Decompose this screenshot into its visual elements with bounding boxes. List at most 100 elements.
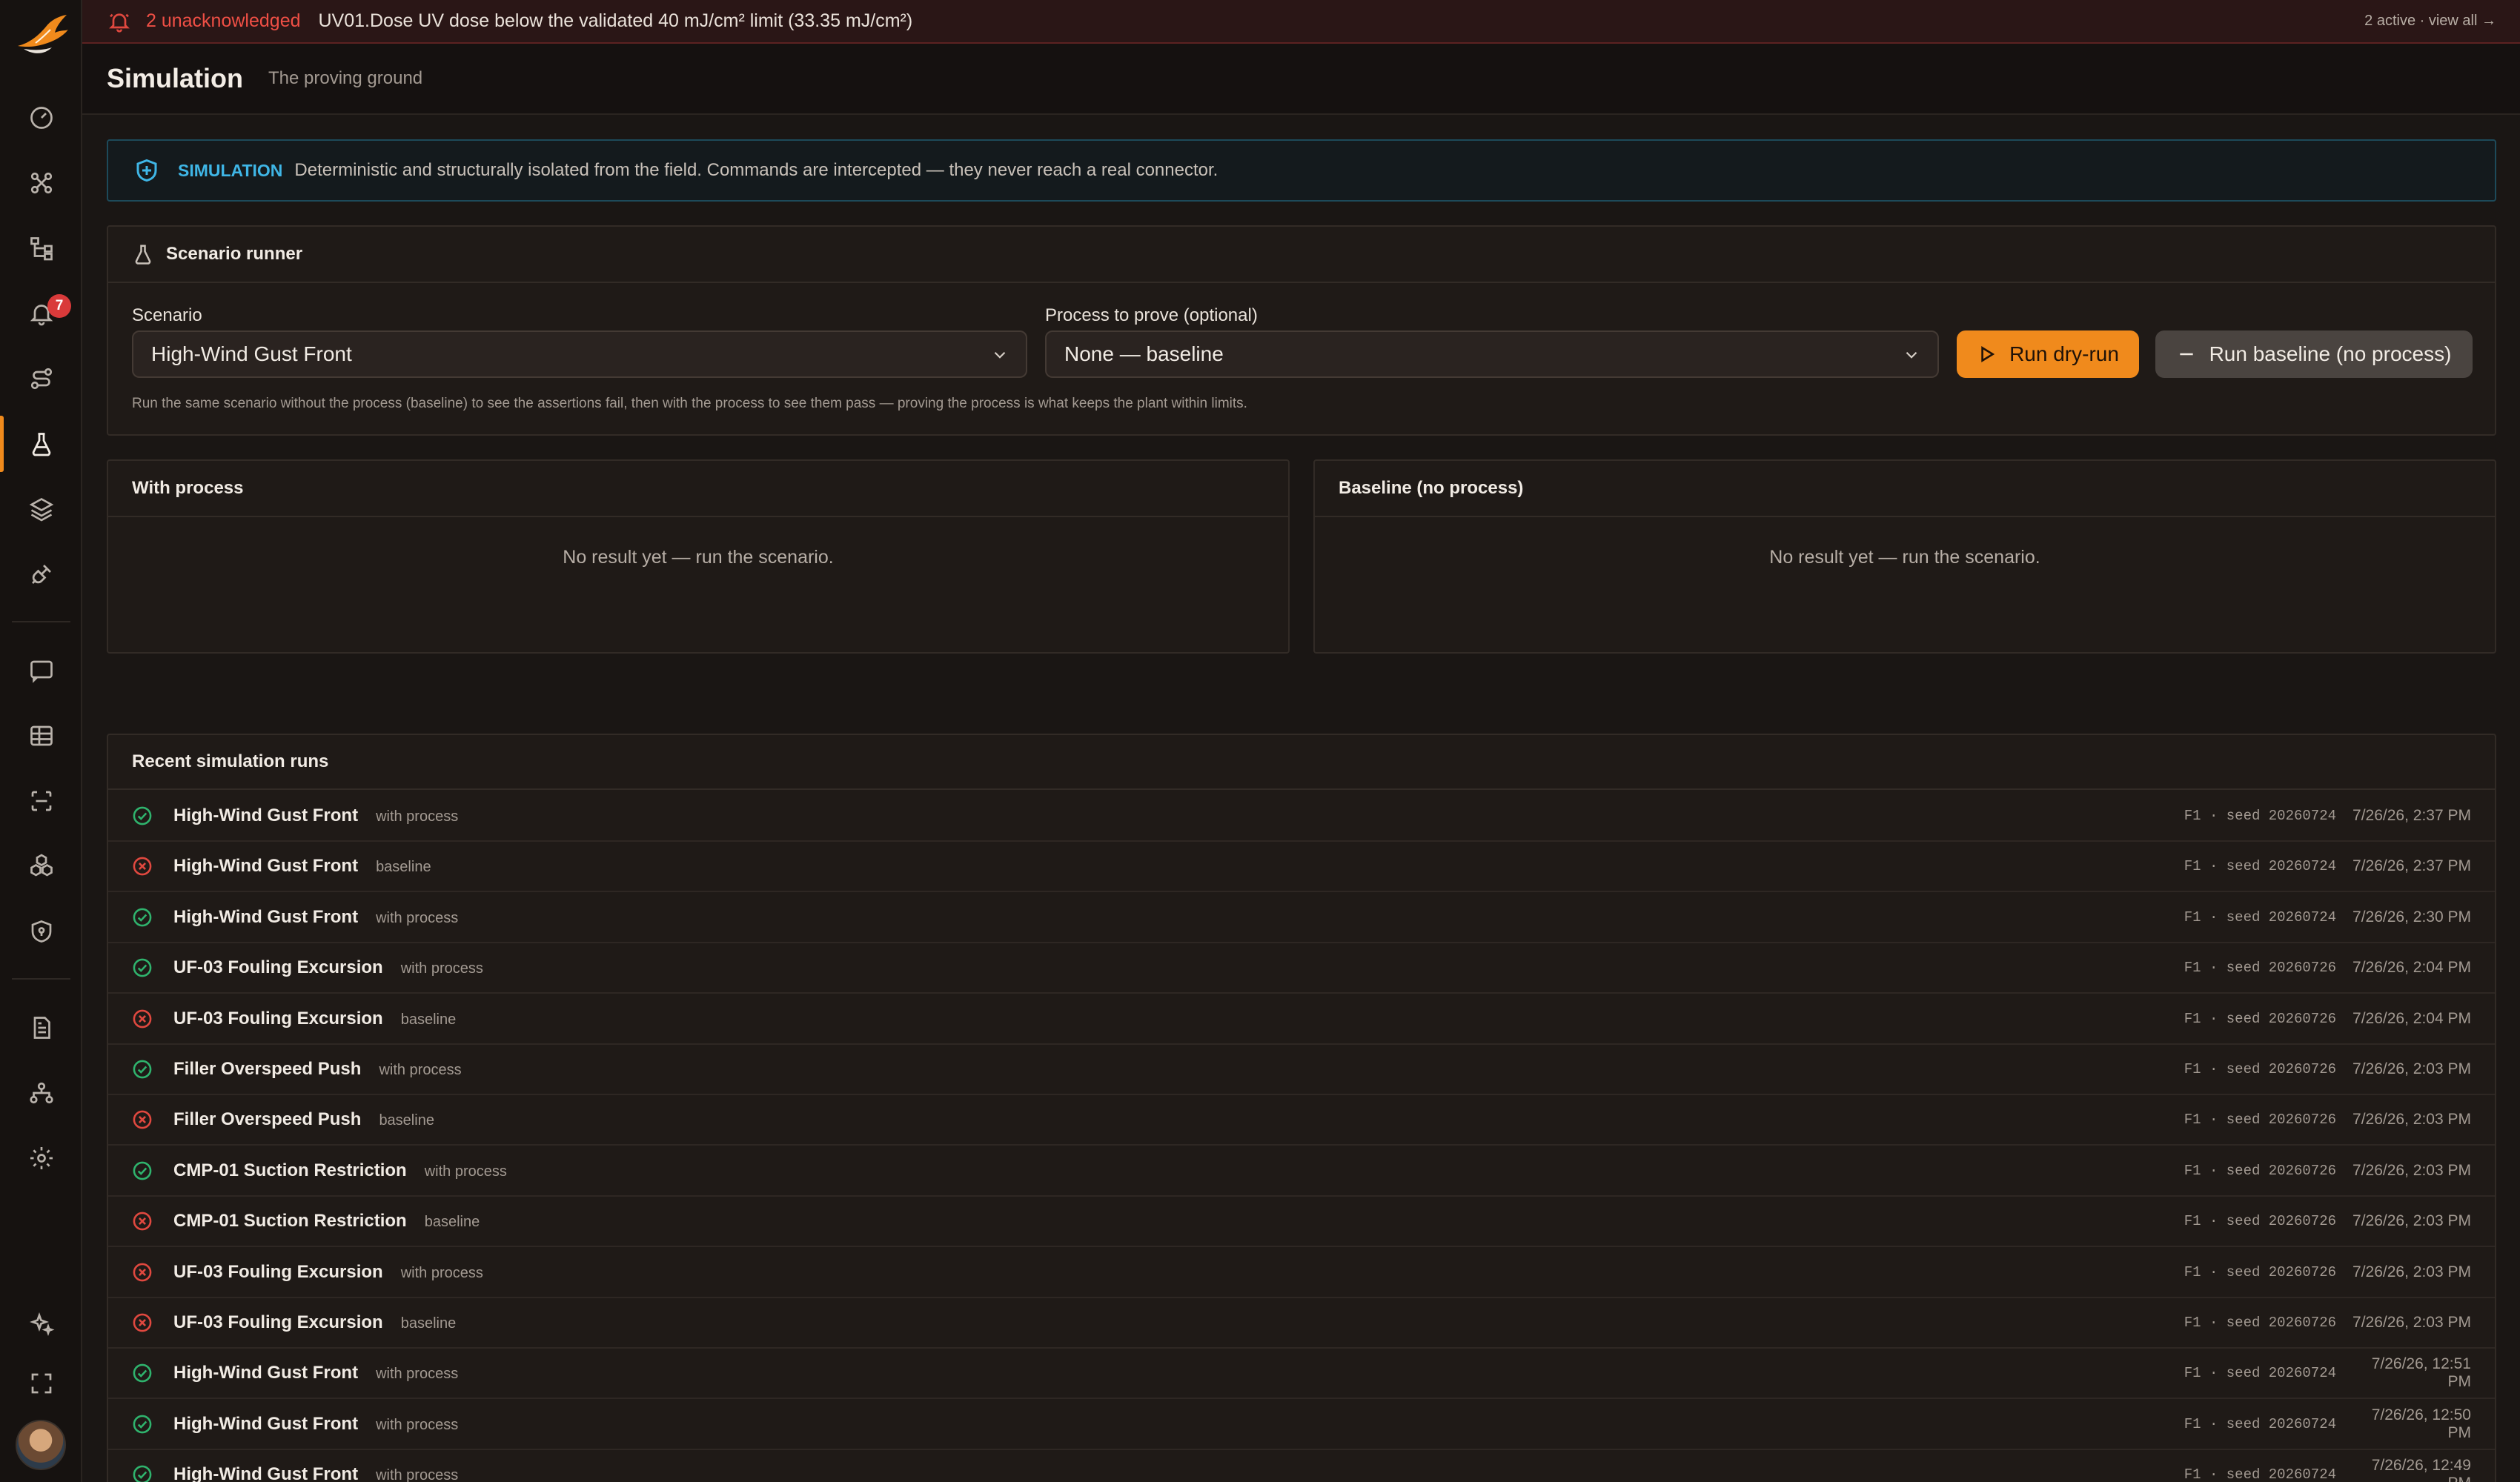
run-scenario-name: High-Wind Gust Front with process — [173, 907, 458, 928]
run-baseline-button[interactable]: Run baseline (no process) — [2155, 330, 2473, 378]
baseline-header: Baseline (no process) — [1315, 461, 2495, 517]
run-seed-meta: F1 · seed 20260724 — [2184, 1466, 2336, 1482]
run-scenario-name: Filler Overspeed Push with process — [173, 1059, 462, 1080]
nav-alarms[interactable]: 7 — [0, 285, 82, 342]
chevron-down-icon — [994, 351, 1006, 359]
pass-check-icon — [132, 805, 153, 826]
nav-settings[interactable] — [0, 1130, 82, 1186]
user-avatar[interactable] — [16, 1420, 66, 1470]
run-timestamp: 7/26/26, 2:37 PM — [2352, 807, 2471, 824]
run-timestamp: 7/26/26, 2:04 PM — [2352, 1009, 2471, 1027]
sparkle-icon — [29, 1312, 54, 1336]
run-mode: with process — [379, 1062, 462, 1078]
run-row[interactable]: High-Wind Gust Front with process F1 · see… — [108, 1450, 2495, 1482]
run-row[interactable]: UF-03 Fouling Excursion baseline F1 · seed… — [108, 1298, 2495, 1349]
run-name-text: High-Wind Gust Front — [173, 906, 359, 927]
nav-table[interactable] — [0, 708, 82, 764]
pass-check-icon — [132, 1414, 153, 1435]
run-row[interactable]: High-Wind Gust Front with process F1 · see… — [108, 1400, 2495, 1450]
table-icon — [30, 725, 53, 746]
run-name-text: CMP-01 Suction Restriction — [173, 1211, 407, 1232]
chat-icon — [30, 660, 53, 683]
route-icon — [30, 368, 52, 390]
run-mode: baseline — [400, 1315, 457, 1332]
run-row[interactable]: UF-03 Fouling Excursion with process F1 · … — [108, 943, 2495, 994]
nav-org[interactable] — [0, 1065, 82, 1121]
nav-chat[interactable] — [0, 642, 82, 699]
run-row[interactable]: High-Wind Gust Front with process F1 · see… — [108, 791, 2495, 842]
run-mode: with process — [400, 1264, 483, 1281]
nav-routes[interactable] — [0, 350, 82, 407]
scenario-select[interactable]: High-Wind Gust Front — [132, 330, 1027, 378]
nav-separator — [12, 621, 70, 622]
run-row[interactable]: High-Wind Gust Front baseline F1 · seed 20… — [108, 842, 2495, 893]
run-dry-run-button[interactable]: Run dry-run — [1957, 330, 2139, 378]
run-timestamp: 7/26/26, 2:03 PM — [2352, 1161, 2471, 1179]
run-baseline-label: Run baseline (no process) — [2209, 342, 2452, 365]
page-subtitle: The proving ground — [268, 68, 423, 88]
flask-icon — [135, 245, 151, 265]
run-seed-meta: F1 · seed 20260726 — [2184, 1263, 2336, 1280]
shield-icon — [136, 159, 157, 182]
run-name-text: CMP-01 Suction Restriction — [173, 1160, 407, 1180]
unacknowledged-count[interactable]: 2 unacknowledged — [146, 10, 301, 32]
run-row[interactable]: High-Wind Gust Front with process F1 · see… — [108, 893, 2495, 943]
shield-icon — [31, 920, 51, 943]
run-row[interactable]: CMP-01 Suction Restriction baseline F1 · s… — [108, 1197, 2495, 1248]
run-row[interactable]: UF-03 Fouling Excursion with process F1 · … — [108, 1248, 2495, 1298]
scenario-label: Scenario — [132, 305, 202, 325]
run-mode: with process — [376, 1366, 459, 1383]
run-mode: with process — [376, 909, 459, 926]
run-row[interactable]: Filler Overspeed Push baseline F1 · seed 2… — [108, 1095, 2495, 1146]
nav-assistant[interactable] — [0, 1296, 82, 1352]
run-scenario-name: High-Wind Gust Front with process — [173, 1414, 458, 1435]
run-timestamp: 7/26/26, 2:03 PM — [2352, 1263, 2471, 1280]
run-row[interactable]: CMP-01 Suction Restriction with process F1… — [108, 1146, 2495, 1197]
run-timestamp: 7/26/26, 12:51 PM — [2371, 1355, 2471, 1391]
nav-dashboard[interactable] — [0, 90, 82, 146]
run-scenario-name: UF-03 Fouling Excursion with process — [173, 1262, 483, 1283]
run-name-text: UF-03 Fouling Excursion — [173, 1008, 383, 1029]
run-timestamp: 7/26/26, 2:37 PM — [2352, 857, 2471, 875]
cubes-icon — [30, 854, 53, 877]
scenario-select-value: High-Wind Gust Front — [151, 342, 352, 365]
runner-hint: Run the same scenario without the proces… — [132, 396, 1247, 411]
run-mode: with process — [424, 1163, 507, 1180]
nav-layers[interactable] — [0, 481, 82, 537]
run-name-text: Filler Overspeed Push — [173, 1059, 362, 1079]
run-row[interactable]: High-Wind Gust Front with process F1 · see… — [108, 1349, 2495, 1400]
view-all-alarms-link[interactable]: 2 active · view all → — [2364, 13, 2496, 30]
recent-runs-card: Recent simulation runs High-Wind Gust Fr… — [107, 734, 2496, 1482]
run-scenario-name: CMP-01 Suction Restriction baseline — [173, 1211, 480, 1232]
run-timestamp: 7/26/26, 2:04 PM — [2352, 959, 2471, 977]
with-process-result-card: With process No result yet — run the sce… — [107, 459, 1290, 654]
hierarchy-icon — [30, 237, 53, 261]
run-row[interactable]: Filler Overspeed Push with process F1 · se… — [108, 1045, 2495, 1095]
baseline-empty-state: No result yet — run the scenario. — [1769, 547, 2040, 568]
nav-network[interactable] — [0, 155, 82, 211]
nav-scan[interactable] — [0, 773, 82, 829]
run-seed-meta: F1 · seed 20260726 — [2184, 1061, 2336, 1077]
nav-hierarchy[interactable] — [0, 220, 82, 276]
nav-cubes[interactable] — [0, 838, 82, 894]
scenario-runner-card: Scenario runner Scenario High-Wind Gust … — [107, 225, 2496, 436]
sidebar: 7 — [0, 0, 82, 1482]
run-timestamp: 7/26/26, 2:03 PM — [2352, 1060, 2471, 1077]
run-seed-meta: F1 · seed 20260726 — [2184, 960, 2336, 977]
nav-documents[interactable] — [0, 1000, 82, 1056]
run-scenario-name: High-Wind Gust Front with process — [173, 805, 458, 826]
run-mode: with process — [400, 960, 483, 977]
nav-connectors[interactable] — [0, 546, 82, 602]
falcon-logo-icon[interactable] — [13, 13, 70, 59]
nav-security[interactable] — [0, 903, 82, 960]
nav-simulation[interactable] — [0, 416, 82, 472]
minus-icon — [2179, 353, 2193, 356]
alarm-bar: 2 unacknowledged UV01.Dose UV dose below… — [82, 0, 2520, 44]
run-name-text: UF-03 Fouling Excursion — [173, 957, 383, 978]
run-row[interactable]: UF-03 Fouling Excursion baseline F1 · seed… — [108, 994, 2495, 1045]
nav-fullscreen[interactable] — [0, 1355, 82, 1412]
pass-check-icon — [132, 907, 153, 928]
process-select[interactable]: None — baseline — [1045, 330, 1939, 378]
run-name-text: UF-03 Fouling Excursion — [173, 1312, 383, 1332]
run-name-text: UF-03 Fouling Excursion — [173, 1261, 383, 1282]
